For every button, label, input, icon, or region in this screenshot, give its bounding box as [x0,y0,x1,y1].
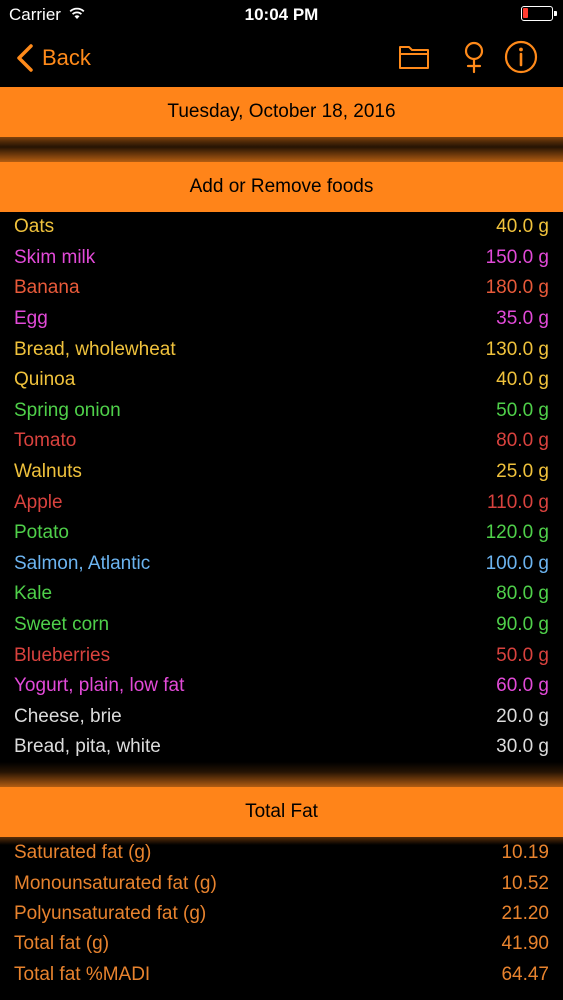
food-name: Quinoa [14,369,76,391]
fat-name: Saturated fat (g) [14,842,152,864]
status-time: 10:04 PM [244,5,319,24]
food-amount: 110.0 g [487,491,549,513]
food-amount: 80.0 g [496,430,549,452]
chevron-left-icon [17,44,33,72]
food-row[interactable]: Apple 110.0 g [0,487,563,518]
fat-name: Polyunsaturated fat (g) [14,902,207,924]
food-row[interactable]: Kale 80.0 g [0,579,563,610]
food-row[interactable]: Banana 180.0 g [0,273,563,304]
battery-icon [521,6,557,21]
back-label: Back [42,45,91,70]
food-amount: 60.0 g [496,675,549,697]
back-button[interactable]: Back [14,42,91,74]
food-name: Tomato [14,430,77,452]
fat-value: 64.47 [501,963,549,985]
food-amount: 100.0 g [485,552,549,574]
nav-bar: Back [0,30,563,86]
fat-value: 10.19 [501,842,549,864]
food-row[interactable]: Spring onion 50.0 g [0,396,563,427]
battery-level [523,8,528,18]
food-name: Cheese, brie [14,705,122,727]
date-header: Tuesday, October 18, 2016 [0,87,563,137]
folder-icon[interactable] [396,39,432,75]
food-name: Walnuts [14,461,82,483]
food-list: Oats 40.0 g Skim milk 150.0 g Banana 180.0 … [0,212,563,763]
add-remove-foods-label: Add or Remove foods [189,176,374,197]
fat-row: Polyunsaturated fat (g) 21.20 [0,899,563,929]
food-amount: 180.0 g [485,277,549,299]
food-row[interactable]: Salmon, Atlantic 100.0 g [0,549,563,580]
fat-value: 41.90 [501,933,549,955]
food-name: Salmon, Atlantic [14,552,151,574]
food-name: Egg [14,308,48,330]
food-row[interactable]: Yogurt, plain, low fat 60.0 g [0,671,563,702]
food-name: Apple [14,491,63,513]
food-amount: 50.0 g [496,644,549,666]
band-glow [0,137,563,162]
total-fat-label: Total Fat [245,801,318,822]
food-row[interactable]: Blueberries 50.0 g [0,640,563,671]
food-name: Bread, pita, white [14,736,161,758]
fat-row: Monounsaturated fat (g) 10.52 [0,868,563,898]
food-name: Banana [14,277,80,299]
female-symbol-icon[interactable] [456,39,492,75]
food-amount: 90.0 g [496,614,549,636]
food-row[interactable]: Bread, wholewheat 130.0 g [0,334,563,365]
food-row[interactable]: Egg 35.0 g [0,304,563,335]
fat-row: Total fat (g) 41.90 [0,929,563,959]
food-name: Spring onion [14,399,121,421]
food-amount: 150.0 g [485,246,549,268]
food-name: Oats [14,216,55,238]
food-row[interactable]: Quinoa 40.0 g [0,365,563,396]
status-bar: Carrier 10:04 PM [0,0,563,30]
food-name: Yogurt, plain, low fat [14,675,185,697]
food-row[interactable]: Oats 40.0 g [0,212,563,243]
food-amount: 40.0 g [496,216,549,238]
food-row[interactable]: Walnuts 25.0 g [0,457,563,488]
food-row[interactable]: Bread, pita, white 30.0 g [0,732,563,763]
food-amount: 80.0 g [496,583,549,605]
food-amount: 35.0 g [496,308,549,330]
total-fat-header: Total Fat [0,787,563,837]
food-row[interactable]: Sweet corn 90.0 g [0,610,563,641]
fat-name: Total fat %MADI [14,963,151,985]
food-row[interactable]: Potato 120.0 g [0,518,563,549]
food-name: Skim milk [14,246,96,268]
food-amount: 30.0 g [496,736,549,758]
fat-row: Total fat %MADI 64.47 [0,960,563,990]
band-glow [0,762,563,787]
info-icon[interactable] [503,39,539,75]
food-amount: 20.0 g [496,705,549,727]
food-name: Sweet corn [14,614,110,636]
fat-name: Total fat (g) [14,933,110,955]
add-remove-foods-button[interactable]: Add or Remove foods [0,162,563,212]
fat-value: 10.52 [501,872,549,894]
food-row[interactable]: Skim milk 150.0 g [0,243,563,274]
food-name: Bread, wholewheat [14,338,176,360]
fat-list: Saturated fat (g) 10.19 Monounsaturated f… [0,838,563,990]
food-row[interactable]: Tomato 80.0 g [0,426,563,457]
fat-row: Saturated fat (g) 10.19 [0,838,563,868]
food-amount: 50.0 g [496,399,549,421]
date-label: Tuesday, October 18, 2016 [167,101,396,122]
food-amount: 130.0 g [485,338,549,360]
food-amount: 25.0 g [496,461,549,483]
food-name: Kale [14,583,53,605]
food-name: Potato [14,522,69,544]
food-amount: 120.0 g [485,522,549,544]
fat-value: 21.20 [501,902,549,924]
food-name: Blueberries [14,644,111,666]
food-amount: 40.0 g [496,369,549,391]
food-row[interactable]: Cheese, brie 20.0 g [0,702,563,733]
fat-name: Monounsaturated fat (g) [14,872,217,894]
